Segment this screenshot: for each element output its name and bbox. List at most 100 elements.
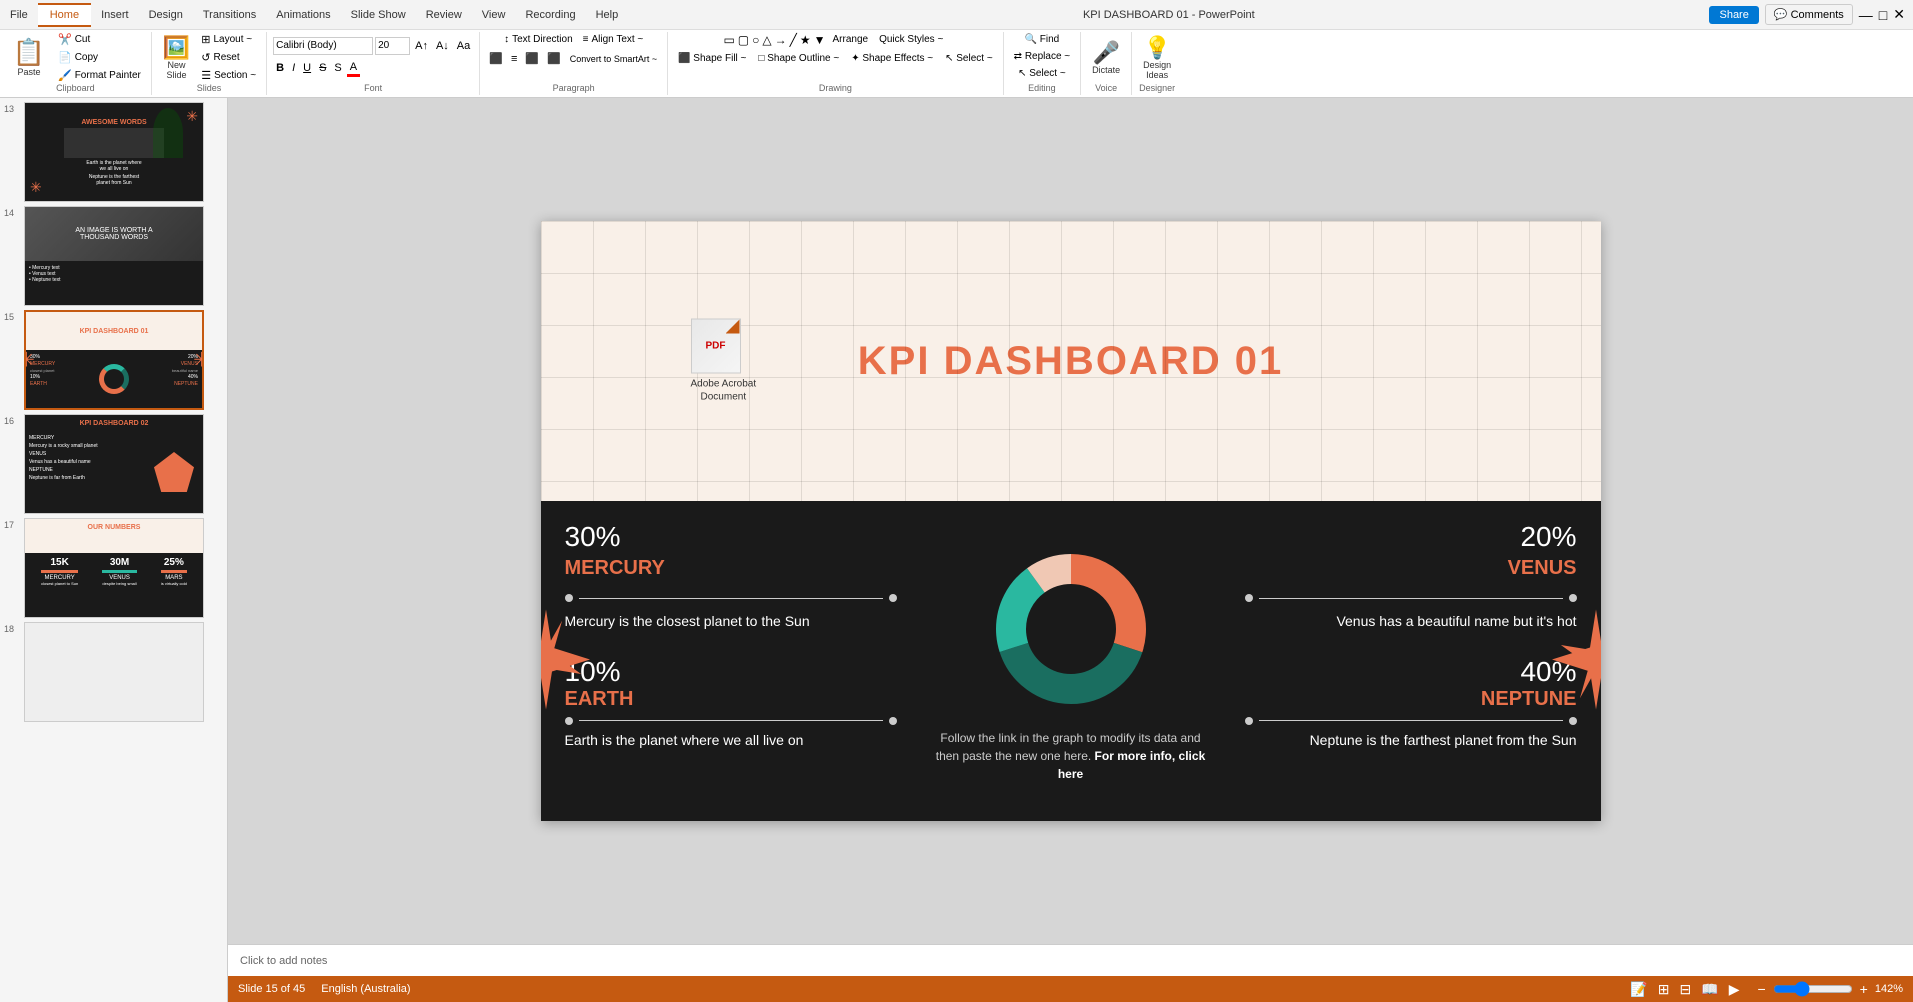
close-button[interactable]: ✕	[1893, 6, 1905, 23]
notes-view-button[interactable]: 📝	[1627, 981, 1650, 998]
align-text-button[interactable]: ≡ Align Text ~	[579, 32, 648, 47]
tab-slideshow[interactable]: Slide Show	[341, 5, 416, 25]
shape-rect[interactable]: ▭	[723, 33, 734, 47]
reset-button[interactable]: ↺ Reset	[197, 49, 260, 66]
shape-effects-button[interactable]: ✦ Shape Effects ~	[847, 51, 937, 66]
more-shapes-button[interactable]: ▼	[814, 33, 826, 47]
convert-smartart-button[interactable]: Convert to SmartArt ~	[566, 52, 661, 66]
share-button[interactable]: Share	[1709, 6, 1758, 24]
align-left-button[interactable]: ⬛	[486, 51, 506, 66]
zoom-level: 142%	[1875, 983, 1903, 995]
underline-button[interactable]: U	[300, 61, 314, 75]
slide-bottom-section: 30% MERCURY Mercury is the closest plane…	[541, 501, 1601, 821]
pdf-icon[interactable]: PDF Adobe AcrobatDocument	[691, 319, 757, 404]
font-size-input[interactable]	[375, 37, 410, 55]
mercury-percent: 30%	[565, 521, 897, 553]
tab-help[interactable]: Help	[586, 5, 629, 25]
tab-home[interactable]: Home	[38, 3, 91, 27]
shape-triangle[interactable]: △	[762, 33, 771, 47]
zoom-slider[interactable]	[1773, 981, 1853, 997]
font-name-input[interactable]	[273, 37, 373, 55]
earth-label: EARTH	[565, 688, 897, 711]
text-direction-button[interactable]: ↕ Text Direction	[500, 32, 577, 47]
venus-line	[1245, 594, 1577, 602]
shadow-button[interactable]: S	[331, 61, 344, 75]
clear-format-button[interactable]: Aa	[454, 39, 473, 53]
neptune-label: NEPTUNE	[1245, 688, 1577, 711]
justify-button[interactable]: ⬛	[544, 51, 564, 66]
shape-fill-button[interactable]: ⬛ Shape Fill ~	[674, 51, 750, 66]
slide-thumb-16[interactable]: 16 KPI DASHBOARD 02 MERCURY Mercury is a…	[4, 414, 223, 514]
zoom-out-button[interactable]: −	[1754, 981, 1768, 997]
main-area: 13 AWESOME WORDS Earth is the planet whe…	[0, 98, 1913, 1002]
tab-file[interactable]: File	[0, 5, 38, 25]
slide-thumb-18[interactable]: 18	[4, 622, 223, 722]
reading-view-button[interactable]: 📖	[1698, 981, 1721, 998]
copy-button[interactable]: 📄 Copy	[54, 49, 145, 66]
arrange-button[interactable]: Arrange	[829, 32, 873, 47]
font-color-button[interactable]: A	[347, 60, 360, 77]
tab-view[interactable]: View	[472, 5, 516, 25]
slideshow-button[interactable]: ▶	[1726, 981, 1743, 998]
maximize-button[interactable]: □	[1879, 7, 1887, 23]
section-button[interactable]: ☰ Section ~	[197, 67, 260, 84]
dictate-button[interactable]: 🎤 Dictate	[1087, 37, 1125, 79]
find-button[interactable]: 🔍 Find	[1021, 32, 1064, 47]
italic-button[interactable]: I	[289, 61, 298, 75]
select-button[interactable]: ↖ Select ~	[941, 51, 997, 66]
align-right-button[interactable]: ⬛	[522, 51, 542, 66]
replace-button[interactable]: ⇄ Replace ~	[1010, 49, 1074, 64]
donut-chart[interactable]	[981, 539, 1161, 719]
quick-styles-button[interactable]: Quick Styles ~	[875, 32, 947, 47]
minimize-button[interactable]: —	[1859, 7, 1873, 23]
ribbon-group-drawing: ▭ ▢ ○ △ → ╱ ★ ▼ Arrange Quick Styles ~ ⬛…	[668, 32, 1004, 95]
status-bar: Slide 15 of 45 English (Australia) 📝 ⊞ ⊟…	[228, 976, 1913, 1002]
decrease-font-button[interactable]: A↓	[433, 39, 452, 53]
earth-section: 10% EARTH Earth is the planet where we a…	[565, 656, 897, 751]
slide-thumb-14[interactable]: 14 AN IMAGE IS WORTH ATHOUSAND WORDS • M…	[4, 206, 223, 306]
slide-sorter-button[interactable]: ⊟	[1677, 981, 1695, 998]
tab-insert[interactable]: Insert	[91, 5, 139, 25]
zoom-control: − + 142%	[1754, 981, 1903, 997]
align-center-button[interactable]: ≡	[508, 52, 520, 66]
cut-button[interactable]: ✂️ Cut	[54, 31, 145, 48]
normal-view-button[interactable]: ⊞	[1655, 981, 1673, 998]
slide-canvas: PDF Adobe AcrobatDocument KPI DASHBOARD …	[541, 221, 1601, 821]
ribbon-group-font: A↑ A↓ Aa B I U S S A Font	[267, 32, 480, 95]
slide-panel: 13 AWESOME WORDS Earth is the planet whe…	[0, 98, 228, 1002]
slide-thumb-13[interactable]: 13 AWESOME WORDS Earth is the planet whe…	[4, 102, 223, 202]
tab-design[interactable]: Design	[139, 5, 193, 25]
new-slide-button[interactable]: 🖼️ NewSlide	[158, 32, 195, 84]
tab-transitions[interactable]: Transitions	[193, 5, 266, 25]
slide-viewport[interactable]: PDF Adobe AcrobatDocument KPI DASHBOARD …	[228, 98, 1913, 944]
shape-arrow[interactable]: →	[775, 33, 787, 47]
comments-button[interactable]: 💬 Comments	[1765, 4, 1853, 25]
language-indicator: English (Australia)	[321, 983, 410, 995]
venus-percent: 20%	[1245, 521, 1577, 553]
select-editing-button[interactable]: ↖ Select ~	[1014, 66, 1070, 81]
shape-round-rect[interactable]: ▢	[738, 33, 749, 47]
mercury-line	[565, 594, 897, 602]
tab-recording[interactable]: Recording	[515, 5, 585, 25]
paste-button[interactable]: 📋 Paste	[6, 34, 52, 81]
zoom-in-button[interactable]: +	[1857, 981, 1871, 997]
format-painter-button[interactable]: 🖌️ Format Painter	[54, 67, 145, 84]
shape-star[interactable]: ★	[800, 33, 811, 47]
notes-placeholder: Click to add notes	[240, 955, 327, 967]
shape-ellipse[interactable]: ○	[752, 33, 759, 47]
layout-button[interactable]: ⊞ Layout ~	[197, 31, 260, 48]
shape-outline-button[interactable]: □ Shape Outline ~	[754, 51, 843, 66]
shape-line[interactable]: ╱	[790, 33, 797, 47]
bold-button[interactable]: B	[273, 61, 287, 75]
earth-line	[565, 717, 897, 725]
follow-link-text: Follow the link in the graph to modify i…	[931, 729, 1211, 783]
increase-font-button[interactable]: A↑	[412, 39, 431, 53]
tab-review[interactable]: Review	[416, 5, 472, 25]
slide-thumb-17[interactable]: 17 OUR NUMBERS 15K MERCURY closest plane…	[4, 518, 223, 618]
content-area: PDF Adobe AcrobatDocument KPI DASHBOARD …	[228, 98, 1913, 1002]
notes-bar[interactable]: Click to add notes	[228, 944, 1913, 976]
strikethrough-button[interactable]: S	[316, 61, 329, 75]
tab-animations[interactable]: Animations	[266, 5, 340, 25]
slide-thumb-15[interactable]: 15 KPI DASHBOARD 01 30% MERCURY closest …	[4, 310, 223, 410]
design-ideas-button[interactable]: 💡 DesignIdeas	[1138, 32, 1176, 84]
